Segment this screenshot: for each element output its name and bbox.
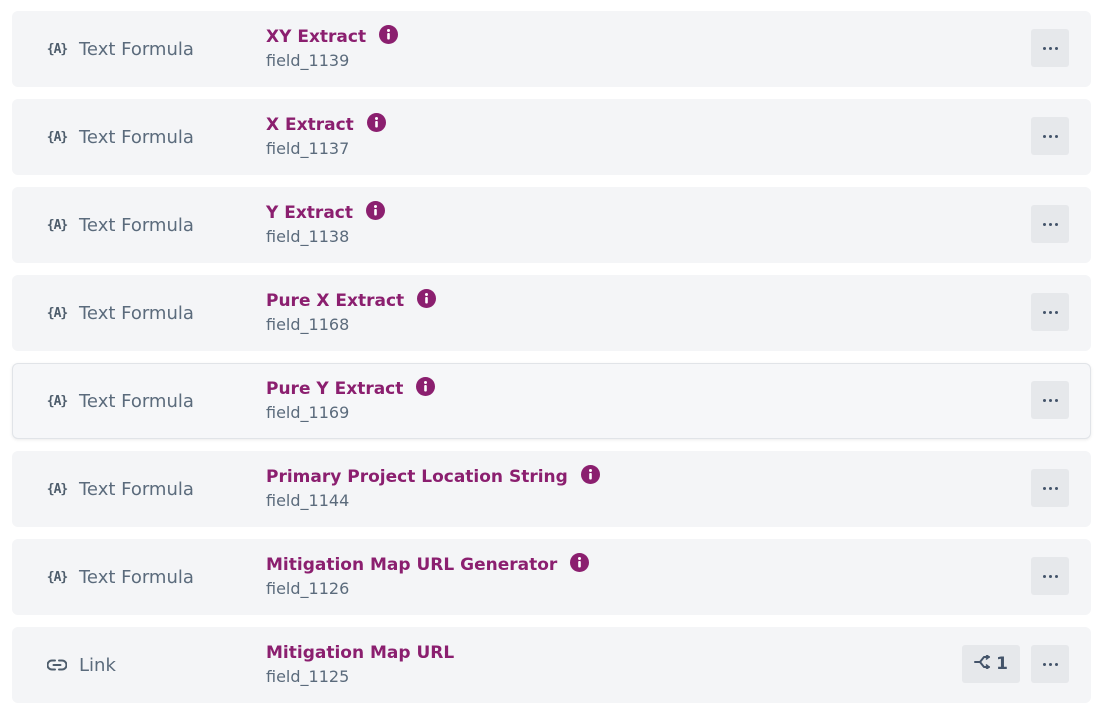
field-row[interactable]: {A} Text Formula Y Extract field_1138: [12, 187, 1091, 263]
field-key: field_1169: [266, 403, 350, 422]
field-key: field_1139: [266, 51, 350, 70]
field-type-label: Text Formula: [79, 566, 194, 588]
field-row[interactable]: {A} Text Formula Pure X Extract field_11…: [12, 275, 1091, 351]
field-name[interactable]: Mitigation Map URL: [266, 643, 454, 663]
field-type-label: Text Formula: [79, 126, 194, 148]
field-type: {A} Text Formula: [45, 539, 194, 615]
formula-icon: {A}: [46, 481, 68, 497]
field-row[interactable]: {A} Text Formula Pure Y Extract field_11…: [12, 363, 1091, 439]
info-icon[interactable]: [416, 376, 436, 396]
field-type: {A} Text Formula: [45, 99, 194, 175]
info-icon[interactable]: [417, 288, 437, 308]
ellipsis-icon: [1042, 398, 1058, 402]
more-options-button[interactable]: [1031, 293, 1069, 331]
more-options-button[interactable]: [1031, 557, 1069, 595]
formula-icon: {A}: [46, 129, 68, 145]
field-type: {A} Text Formula: [45, 275, 194, 351]
formula-icon: {A}: [46, 569, 68, 585]
field-type-label: Text Formula: [79, 390, 194, 412]
more-options-button[interactable]: [1031, 469, 1069, 507]
field-name[interactable]: Mitigation Map URL Generator: [266, 555, 557, 575]
field-row[interactable]: {A} Text Formula XY Extract field_1139: [12, 11, 1091, 87]
field-key: field_1126: [266, 579, 350, 598]
field-name[interactable]: Pure Y Extract: [266, 379, 403, 399]
field-name[interactable]: X Extract: [266, 115, 354, 135]
field-type-label: Text Formula: [79, 478, 194, 500]
field-list: {A} Text Formula XY Extract field_1139 {…: [0, 0, 1099, 713]
field-type: {A} Text Formula: [45, 363, 194, 439]
ellipsis-icon: [1042, 46, 1058, 50]
ellipsis-icon: [1042, 222, 1058, 226]
info-icon[interactable]: [366, 112, 386, 132]
formula-icon: {A}: [46, 305, 68, 321]
field-row[interactable]: {A} Text Formula X Extract field_1137: [12, 99, 1091, 175]
field-key: field_1144: [266, 491, 350, 510]
ellipsis-icon: [1042, 574, 1058, 578]
field-type-label: Link: [79, 654, 116, 676]
field-name[interactable]: Pure X Extract: [266, 291, 404, 311]
field-name[interactable]: Primary Project Location String: [266, 467, 568, 487]
field-name[interactable]: XY Extract: [266, 27, 366, 47]
connections-icon: [974, 654, 991, 674]
field-type: {A} Text Formula: [45, 451, 194, 527]
field-type: Link: [45, 627, 116, 703]
field-row[interactable]: Link Mitigation Map URL field_1125 1: [12, 627, 1091, 703]
info-icon[interactable]: [580, 464, 600, 484]
info-icon[interactable]: [379, 24, 399, 44]
info-icon[interactable]: [570, 552, 590, 572]
formula-icon: {A}: [46, 41, 68, 57]
more-options-button[interactable]: [1031, 117, 1069, 155]
field-name[interactable]: Y Extract: [266, 203, 353, 223]
ellipsis-icon: [1042, 134, 1058, 138]
field-key: field_1168: [266, 315, 350, 334]
connections-button[interactable]: 1: [962, 645, 1020, 683]
link-icon: [45, 655, 69, 675]
more-options-button[interactable]: [1031, 645, 1069, 683]
field-type-label: Text Formula: [79, 214, 194, 236]
ellipsis-icon: [1042, 662, 1058, 666]
field-key: field_1138: [266, 227, 350, 246]
connections-count: 1: [996, 654, 1008, 674]
more-options-button[interactable]: [1031, 381, 1069, 419]
field-key: field_1137: [266, 139, 350, 158]
field-row[interactable]: {A} Text Formula Primary Project Locatio…: [12, 451, 1091, 527]
field-type: {A} Text Formula: [45, 11, 194, 87]
ellipsis-icon: [1042, 486, 1058, 490]
field-type-label: Text Formula: [79, 302, 194, 324]
field-row[interactable]: {A} Text Formula Mitigation Map URL Gene…: [12, 539, 1091, 615]
more-options-button[interactable]: [1031, 29, 1069, 67]
field-key: field_1125: [266, 667, 350, 686]
formula-icon: {A}: [46, 217, 68, 233]
field-type: {A} Text Formula: [45, 187, 194, 263]
ellipsis-icon: [1042, 310, 1058, 314]
info-icon[interactable]: [366, 200, 385, 220]
formula-icon: {A}: [46, 393, 68, 409]
more-options-button[interactable]: [1031, 205, 1069, 243]
field-type-label: Text Formula: [79, 38, 194, 60]
